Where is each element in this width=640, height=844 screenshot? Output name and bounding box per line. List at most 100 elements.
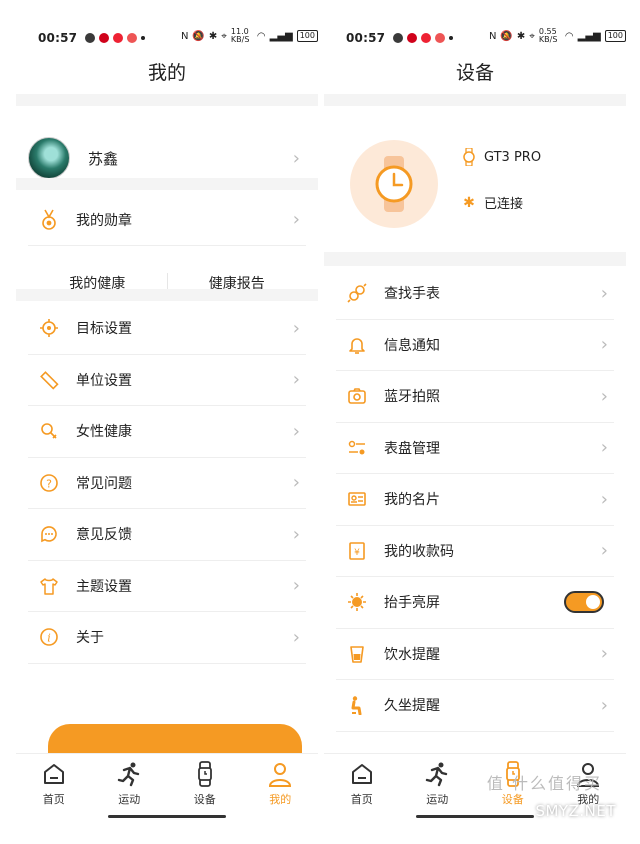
menu-label: 单位设置 [76,372,132,389]
menu-item-payment-code[interactable]: ¥ 我的收款码 › [336,526,614,577]
menu-item-find-watch[interactable]: 查找手表 › [336,268,614,320]
battery-icon: 100 [296,30,318,42]
watch-icon [197,760,212,787]
divider [16,289,318,301]
camera-icon [346,385,368,407]
battery-icon: 100 [604,30,626,42]
svg-text:?: ? [46,477,52,490]
tab-mine[interactable]: 我的 [243,754,319,813]
nfc-icon: N [180,30,189,42]
home-indicator[interactable] [416,815,534,818]
tab-label: 首页 [42,792,65,806]
menu-label: 主题设置 [76,578,132,595]
page-title: 设备 [455,62,494,84]
tab-bar: 首页 运动 设备 我的 [16,753,318,813]
location-icon: ⌖ [529,30,535,42]
menu-item-female[interactable]: 女性健康 › [28,406,306,458]
menu-item-question[interactable]: ? 常见问题 › [28,458,306,509]
tab-home[interactable]: 首页 [324,754,400,813]
menu-item-target[interactable]: 目标设置 › [28,303,306,355]
bluetooth-icon: ✱ [463,194,475,211]
signal-icon: ▂▄▆ [269,30,293,42]
chevron-right-icon: › [600,643,608,665]
menu-label: 意见反馈 [76,527,132,544]
menu-item-bell[interactable]: 信息通知 › [336,320,614,371]
find-watch-icon [346,282,368,304]
nfc-icon: N [488,30,497,42]
app-icon [127,33,138,43]
menu-label: 信息通知 [384,337,440,354]
chevron-right-icon: › [600,694,608,716]
chevron-right-icon: › [292,420,300,442]
avatar[interactable] [28,137,70,179]
chat-icon [393,33,404,43]
divider [16,94,318,106]
watermark-logo: 值 什么值得买 [486,774,602,793]
menu-item-feedback[interactable]: 意见反馈 › [28,509,306,561]
profile-name: 苏鑫 [88,149,119,168]
location-icon: ⌖ [221,30,227,42]
run-icon [426,762,448,786]
chevron-right-icon: › [600,437,608,459]
net-speed: 11.0 KB/S [230,27,250,44]
device-name: GT3 PRO [484,149,542,165]
menu-item-raise-wake[interactable]: 抬手亮屏 [336,577,614,629]
question-icon: ? [38,472,60,494]
menu-label: 饮水提醒 [384,646,440,663]
tab-device[interactable]: 设备 [167,754,243,813]
device-status-row: ✱ 已连接 [460,193,523,213]
menu-label: 我的勋章 [76,212,132,229]
tab-label: 我的 [269,792,292,806]
chevron-right-icon: › [600,334,608,356]
medal-icon [38,209,60,231]
info-icon: i [38,626,60,648]
cup-icon [346,643,368,665]
home-icon [43,763,64,784]
menu-label: 表盘管理 [384,440,440,457]
chevron-right-icon: › [600,282,608,304]
raise-wake-toggle[interactable] [564,591,604,614]
tab-home[interactable]: 首页 [16,754,92,813]
menu-item-sit[interactable]: 久坐提醒 › [336,680,614,732]
profile-screen: 00:57 N 🔕 ✱ ⌖ 11.0 KB/S ◠ ▂▄▆ 100 我的 苏鑫 … [16,18,318,828]
status-time: 00:57 [38,31,78,45]
menu-item-cup[interactable]: 饮水提醒 › [336,629,614,680]
chevron-right-icon: › [292,209,300,230]
tab-sport[interactable]: 运动 [400,754,476,813]
person-icon [269,762,292,787]
menu-label: 常见问题 [76,475,132,492]
mute-icon: 🔕 [500,30,513,42]
status-bar: 00:57 N 🔕 ✱ ⌖ 11.0 KB/S ◠ ▂▄▆ 100 [16,26,318,50]
menu-medal[interactable]: 我的勋章 › [28,194,306,246]
menu-item-shirt[interactable]: 主题设置 › [28,561,306,612]
menu-item-dial-manage[interactable]: 表盘管理 › [336,423,614,474]
chevron-right-icon: › [292,472,300,494]
card-icon [346,488,368,510]
menu-item-ruler[interactable]: 单位设置 › [28,355,306,406]
signal-icon: ▂▄▆ [577,30,601,42]
tab-label: 运动 [426,792,449,806]
toggle-knob [586,595,600,610]
status-time: 00:57 [346,31,386,45]
chevron-right-icon: › [292,626,300,648]
tab-sport[interactable]: 运动 [92,754,168,813]
bell-icon [346,334,368,356]
menu-label: 查找手表 [384,286,440,303]
bluetooth-icon: ✱ [516,30,526,42]
app-icon [407,33,418,43]
watch-icon [375,156,413,212]
device-name-row: GT3 PRO [460,148,541,166]
menu-item-info[interactable]: i 关于 › [28,612,306,664]
status-bar: 00:57 N 🔕 ✱ ⌖ 0.55 KB/S ◠ ▂▄▆ 100 [324,26,626,50]
feedback-icon [38,523,60,545]
chevron-right-icon: › [292,575,300,597]
menu-item-camera[interactable]: 蓝牙拍照 › [336,371,614,423]
home-indicator[interactable] [108,815,226,818]
device-screen: 00:57 N 🔕 ✱ ⌖ 0.55 KB/S ◠ ▂▄▆ 100 设备 GT3… [324,18,626,828]
tab-label: 首页 [350,792,373,806]
watch-image[interactable] [350,140,438,228]
app-icon [421,33,432,43]
menu-item-card[interactable]: 我的名片 › [336,474,614,526]
svg-text:i: i [47,632,51,645]
menu-label: 我的名片 [384,492,440,509]
